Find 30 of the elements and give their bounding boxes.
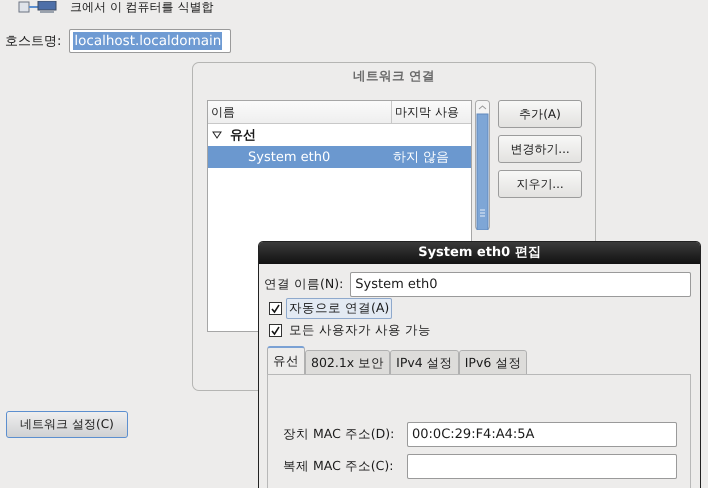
- dialog-title: System eth0 편집: [259, 242, 700, 264]
- network-settings-button[interactable]: 네트워크 설정(C): [6, 411, 128, 438]
- field-label: 복제 MAC 주소(C):: [283, 458, 394, 474]
- checkbox-label[interactable]: 모든 사용자가 사용 가능: [286, 320, 434, 340]
- expanded-triangle-icon[interactable]: [212, 131, 222, 139]
- connection-name: System eth0: [247, 150, 332, 164]
- group-label: 유선: [230, 127, 256, 144]
- last-used: 하지 않음: [393, 149, 450, 166]
- tab[interactable]: 유선: [267, 346, 305, 374]
- panel-button[interactable]: 추가(A): [498, 100, 582, 128]
- header-text: 크에서 이 컴퓨터를 식별합: [70, 0, 214, 14]
- scrollbar[interactable]: [475, 100, 490, 230]
- connection-name-label: 연결 이름(N):: [264, 276, 344, 293]
- connection-name-field[interactable]: System eth0: [350, 272, 691, 297]
- tab[interactable]: IPv6 설정: [458, 350, 528, 374]
- tab[interactable]: 802.1x 보안: [305, 350, 390, 374]
- checkbox-label[interactable]: 자동으로 연결(A): [286, 298, 392, 318]
- mac-address-field[interactable]: [407, 454, 677, 478]
- computer-icon: [18, 1, 58, 13]
- column-header[interactable]: 마지막 사용: [392, 101, 471, 123]
- panel-title: 네트워크 연결: [352, 67, 436, 85]
- panel-button[interactable]: 변경하기...: [498, 135, 582, 163]
- checkbox-checked[interactable]: [269, 324, 282, 336]
- mac-address-field[interactable]: 00:0C:29:F4:A4:5A: [407, 422, 677, 446]
- panel-button[interactable]: 지우기...: [498, 170, 582, 198]
- column-header[interactable]: 이름: [208, 101, 392, 123]
- hostname-label: 호스트명:: [5, 33, 62, 50]
- field-label: 장치 MAC 주소(D):: [283, 426, 396, 442]
- tab[interactable]: IPv4 설정: [390, 350, 459, 374]
- checkbox-checked[interactable]: [269, 302, 282, 314]
